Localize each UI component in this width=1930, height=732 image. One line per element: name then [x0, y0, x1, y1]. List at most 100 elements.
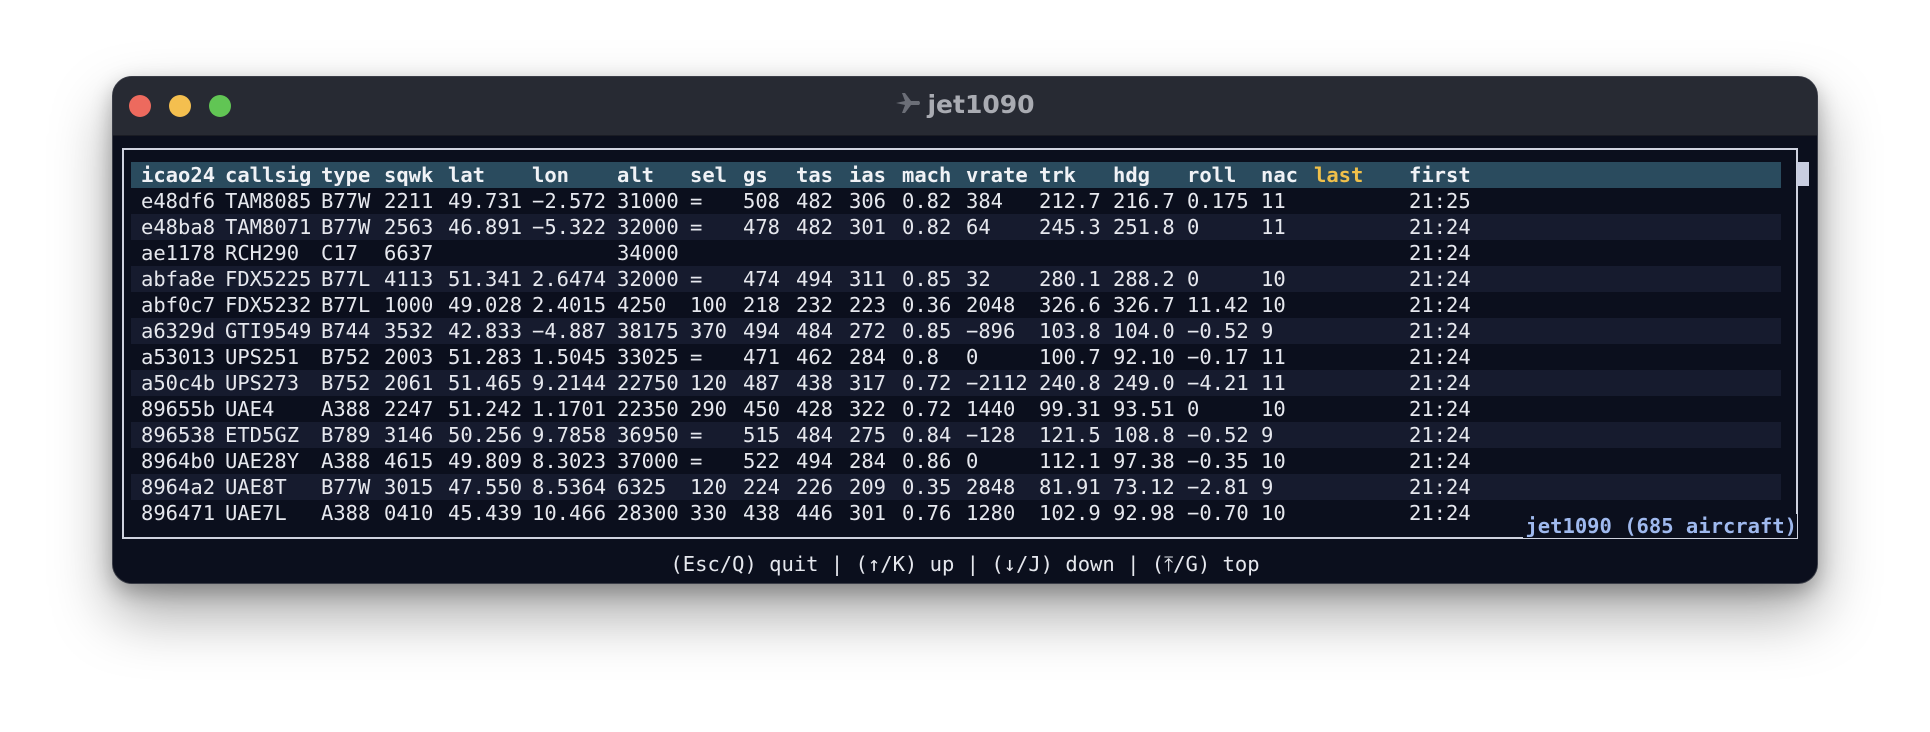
- table-row[interactable]: 8964a2 UAE8T B77W 3015 47.550 8.5364 6325 120 22…: [131, 474, 1781, 500]
- cell-vrate: 0: [966, 449, 979, 473]
- aircraft-table[interactable]: icao24 callsig type sqwk lat lon alt sel gs tas ia…: [131, 162, 1781, 526]
- cell-ias: 209: [849, 475, 887, 499]
- cell-lon: 1.5045: [532, 345, 607, 369]
- terminal-window: jet1090 icao24 callsig type sqwk lat lon alt se…: [112, 76, 1818, 584]
- cell-first: 21:24: [1409, 475, 1471, 499]
- cell-alt: 32000: [617, 215, 679, 239]
- cell-trk: 102.9: [1039, 501, 1101, 525]
- airplane-icon: [895, 91, 921, 121]
- table-row[interactable]: 8964b0 UAE28Y A388 4615 49.809 8.3023 37000 = 52…: [131, 448, 1781, 474]
- table-row[interactable]: abf0c7 FDX5232 B77L 1000 49.028 2.4015 4250 100…: [131, 292, 1781, 318]
- cell-ias: 301: [849, 215, 887, 239]
- cell-gs: 224: [743, 475, 781, 499]
- cell-vrate: 64: [966, 215, 991, 239]
- cell-tas: 428: [796, 397, 834, 421]
- cell-lat: 46.891: [448, 215, 523, 239]
- column-header-trk: trk: [1039, 163, 1077, 187]
- cell-nac: 10: [1261, 293, 1286, 317]
- cell-type: B789: [321, 423, 371, 447]
- cell-icao24: e48ba8: [141, 215, 216, 239]
- column-header-mach: mach: [902, 163, 952, 187]
- cell-hdg: 92.10: [1113, 345, 1175, 369]
- cell-lat: 51.341: [448, 267, 523, 291]
- table-row[interactable]: 896538 ETD5GZ B789 3146 50.256 9.7858 36950 = 51…: [131, 422, 1781, 448]
- window-title-text: jet1090: [927, 90, 1035, 119]
- cell-ias: 317: [849, 371, 887, 395]
- cell-roll: 0: [1187, 267, 1200, 291]
- cell-type: B744: [321, 319, 371, 343]
- cell-nac: 10: [1261, 449, 1286, 473]
- cell-type: B77L: [321, 267, 371, 291]
- cell-mach: 0.85: [902, 319, 952, 343]
- cell-trk: 112.1: [1039, 449, 1101, 473]
- cell-callsig: FDX5225: [225, 267, 312, 291]
- cell-sel: =: [690, 345, 703, 369]
- cell-tas: 494: [796, 449, 834, 473]
- cell-lat: 50.256: [448, 423, 523, 447]
- table-row[interactable]: e48ba8 TAM8071 B77W 2563 46.891 −5.322 32000 = 4…: [131, 214, 1781, 240]
- table-row[interactable]: 89655b UAE4 A388 2247 51.242 1.1701 22350 290 45…: [131, 396, 1781, 422]
- cell-sel: =: [690, 215, 703, 239]
- cell-lon: −4.887: [532, 319, 607, 343]
- cell-lon: 2.4015: [532, 293, 607, 317]
- cell-vrate: −128: [966, 423, 1016, 447]
- cell-alt: 36950: [617, 423, 679, 447]
- cell-trk: 212.7: [1039, 189, 1101, 213]
- cell-callsig: GTI9549: [225, 319, 312, 343]
- cell-alt: 37000: [617, 449, 679, 473]
- cell-lat: 51.283: [448, 345, 523, 369]
- cell-sqwk: 6637: [384, 241, 434, 265]
- cell-hdg: 108.8: [1113, 423, 1175, 447]
- cell-sel: 370: [690, 319, 728, 343]
- cell-lat: 49.028: [448, 293, 523, 317]
- cell-mach: 0.72: [902, 397, 952, 421]
- cell-sqwk: 4113: [384, 267, 434, 291]
- column-header-last: last: [1314, 163, 1364, 187]
- table-row[interactable]: a6329d GTI9549 B744 3532 42.833 −4.887 38175 37…: [131, 318, 1781, 344]
- cell-callsig: TAM8071: [225, 215, 312, 239]
- cell-roll: 0: [1187, 215, 1200, 239]
- keybinding-help: (Esc/Q) quit | (↑/K) up | (↓/J) down | (…: [670, 552, 1260, 576]
- cell-tas: 446: [796, 501, 834, 525]
- cell-nac: 11: [1261, 345, 1286, 369]
- cell-nac: 10: [1261, 501, 1286, 525]
- cell-nac: 11: [1261, 371, 1286, 395]
- cell-tas: 482: [796, 189, 834, 213]
- cell-sqwk: 2211: [384, 189, 434, 213]
- cell-type: B752: [321, 345, 371, 369]
- cell-roll: 11.42: [1187, 293, 1249, 317]
- cell-first: 21:25: [1409, 189, 1471, 213]
- scrollbar-thumb[interactable]: [1797, 162, 1809, 186]
- cell-ias: 322: [849, 397, 887, 421]
- cell-first: 21:24: [1409, 345, 1471, 369]
- cell-lat: 47.550: [448, 475, 523, 499]
- table-row[interactable]: abfa8e FDX5225 B77L 4113 51.341 2.6474 32000 = 4…: [131, 266, 1781, 292]
- cell-gs: 522: [743, 449, 781, 473]
- table-row[interactable]: e48df6 TAM8085 B77W 2211 49.731 −2.572 31000 = 5…: [131, 188, 1781, 214]
- cell-nac: 9: [1261, 319, 1274, 343]
- cell-lon: 2.6474: [532, 267, 607, 291]
- table-row[interactable]: ae1178 RCH290 C17 6637 34000 21:24: [131, 240, 1781, 266]
- table-header-row: icao24 callsig type sqwk lat lon alt sel gs tas ia…: [131, 162, 1781, 188]
- cell-type: B77L: [321, 293, 371, 317]
- cell-icao24: 8964a2: [141, 475, 216, 499]
- cell-hdg: 104.0: [1113, 319, 1175, 343]
- cell-tas: 226: [796, 475, 834, 499]
- cell-vrate: −896: [966, 319, 1016, 343]
- cell-hdg: 93.51: [1113, 397, 1175, 421]
- cell-mach: 0.86: [902, 449, 952, 473]
- cell-sqwk: 3146: [384, 423, 434, 447]
- cell-roll: −0.17: [1187, 345, 1249, 369]
- window-title: jet1090: [113, 90, 1817, 121]
- cell-type: B77W: [321, 475, 371, 499]
- cell-alt: 28300: [617, 501, 679, 525]
- cell-gs: 474: [743, 267, 781, 291]
- table-row[interactable]: a53013 UPS251 B752 2003 51.283 1.5045 33025 = 47…: [131, 344, 1781, 370]
- cell-tas: 438: [796, 371, 834, 395]
- cell-alt: 22350: [617, 397, 679, 421]
- column-header-sel: sel: [690, 163, 728, 187]
- cell-tas: 232: [796, 293, 834, 317]
- cell-sqwk: 3015: [384, 475, 434, 499]
- table-row[interactable]: a50c4b UPS273 B752 2061 51.465 9.2144 22750 120…: [131, 370, 1781, 396]
- cell-lon: 10.466: [532, 501, 607, 525]
